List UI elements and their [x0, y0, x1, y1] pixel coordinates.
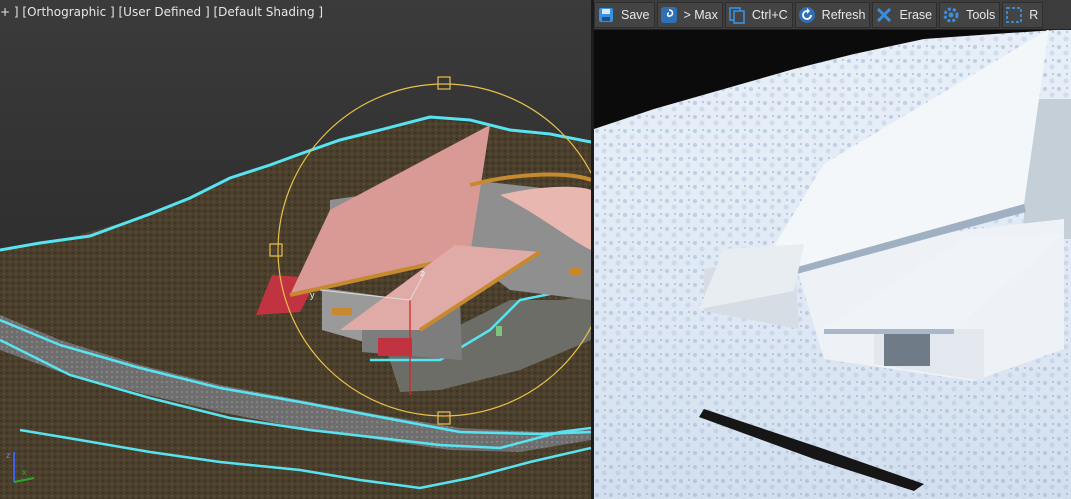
erase-label: Erase: [899, 7, 933, 22]
region-label: R: [1029, 7, 1039, 22]
gizmo-y-label: y: [310, 290, 315, 300]
send-to-max-label: > Max: [683, 7, 718, 22]
viewport-menu-projection[interactable]: [Orthographic ]: [22, 5, 114, 19]
region-select-icon: [1005, 6, 1023, 24]
refresh-button[interactable]: Refresh: [794, 1, 871, 28]
viewport-menu-shading[interactable]: [Default Shading ]: [213, 5, 323, 19]
tools-label: Tools: [966, 7, 996, 22]
region-button[interactable]: R: [1002, 1, 1044, 28]
gizmo-handle-top[interactable]: [437, 76, 451, 90]
window: [496, 326, 502, 336]
render-toolbar: Save > Max Ctrl+C Refresh Erase Tools R: [594, 0, 1071, 30]
viewport-label[interactable]: + ] [Orthographic ] [User Defined ] [Def…: [0, 5, 323, 19]
render-frame-window: Save > Max Ctrl+C Refresh Erase Tools R: [594, 0, 1071, 499]
viewport-menu-plus[interactable]: + ]: [0, 5, 19, 19]
render-lower-roof-edge: [824, 329, 954, 334]
save-label: Save: [621, 7, 650, 22]
copy-icon: [728, 6, 746, 24]
render-garage-opening: [884, 334, 930, 366]
gear-icon: [942, 6, 960, 24]
swirl-icon: [660, 6, 678, 24]
copy-button[interactable]: Ctrl+C: [724, 1, 793, 28]
viewport-scene[interactable]: z y z x: [0, 0, 591, 499]
erase-x-icon: [875, 6, 893, 24]
perspective-viewport[interactable]: + ] [Orthographic ] [User Defined ] [Def…: [0, 0, 591, 499]
tripod-z-label: z: [6, 450, 11, 460]
refresh-icon: [798, 6, 816, 24]
save-button[interactable]: Save: [594, 1, 655, 28]
viewport-menu-view[interactable]: [User Defined ]: [119, 5, 210, 19]
rendered-image[interactable]: [594, 29, 1071, 499]
copy-label: Ctrl+C: [751, 7, 788, 22]
gizmo-z-label: z: [420, 268, 425, 278]
send-to-max-button[interactable]: > Max: [656, 1, 723, 28]
tools-button[interactable]: Tools: [939, 1, 1001, 28]
floppy-disk-icon: [597, 6, 615, 24]
tripod-x-label: x: [22, 467, 27, 477]
refresh-label: Refresh: [821, 7, 866, 22]
erase-button[interactable]: Erase: [872, 1, 938, 28]
garage-door: [378, 338, 412, 356]
window: [332, 308, 352, 315]
window: [570, 268, 582, 276]
